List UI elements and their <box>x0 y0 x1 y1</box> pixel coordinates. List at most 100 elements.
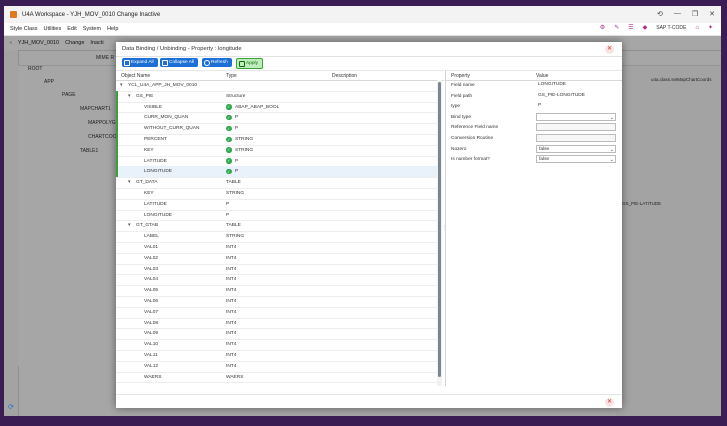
type-cell: TABLE <box>226 180 241 186</box>
type-cell: INT4 <box>226 277 237 283</box>
property-select[interactable]: false ⌄ <box>536 155 616 164</box>
tool-icon-b[interactable]: ✎ <box>614 24 619 31</box>
property-label: Bind type <box>451 114 472 120</box>
property-row: Conversion Routine <box>446 133 622 144</box>
property-row: Field path GS_PIE-LONGITUDE <box>446 91 622 102</box>
tree-row[interactable]: WAERS WAERS <box>116 372 437 384</box>
chevron-down-icon[interactable]: ⌄ <box>610 156 614 164</box>
window-controls: ⟲ — ❐ ✕ <box>657 10 715 18</box>
menu-edit[interactable]: Edit <box>67 26 76 32</box>
collapse-icon <box>162 60 168 66</box>
type-cell: INT4 <box>226 331 237 337</box>
tool-icon-f[interactable]: ✦ <box>708 24 713 31</box>
property-select[interactable]: false ⌄ <box>536 144 616 154</box>
object-name-cell: VAL09 <box>144 331 159 337</box>
chevron-down-icon[interactable]: ⌄ <box>610 114 614 122</box>
bindable-check-icon: ✓ <box>226 104 232 110</box>
property-label: Nozero <box>451 146 467 152</box>
property-value-text: false <box>539 157 550 163</box>
status-icon[interactable]: ⟳ <box>8 403 18 413</box>
property-label: Reference Field name <box>451 125 499 131</box>
tool-icon-e[interactable]: ⌂ <box>695 25 699 31</box>
object-name-cell: VAL11 <box>144 353 158 358</box>
expand-toggle-icon[interactable]: ▾ <box>120 82 123 88</box>
expand-toggle-icon[interactable]: ▾ <box>128 93 131 99</box>
splitter-handle-icon[interactable]: ⋮ <box>442 225 447 231</box>
property-select[interactable]: ⌄ <box>536 112 616 122</box>
col-description[interactable]: Description <box>332 73 357 79</box>
minimize-icon[interactable]: — <box>674 10 681 18</box>
footer-close-icon[interactable]: ✕ <box>605 397 614 407</box>
object-name-cell: KEY <box>144 147 154 153</box>
tool-icon-d[interactable]: ◆ <box>643 24 648 31</box>
object-name-cell: VAL10 <box>144 342 159 348</box>
type-cell: INT4 <box>226 288 237 294</box>
type-cell: P <box>235 158 239 164</box>
object-name-cell: VAL08 <box>144 320 159 326</box>
type-cell: TABLE <box>226 223 241 229</box>
property-label: type <box>451 104 461 110</box>
tool-icon-a[interactable]: ⚙ <box>600 24 605 31</box>
property-input[interactable] <box>536 134 616 142</box>
col-type[interactable]: Type <box>226 73 237 79</box>
expand-toggle-icon[interactable]: ▾ <box>128 179 131 185</box>
object-name-cell: VAL01 <box>144 245 159 250</box>
col-value: Value <box>536 73 549 79</box>
expand-toggle-icon[interactable]: ▾ <box>128 222 131 228</box>
bound-marker <box>116 134 118 145</box>
object-name-cell: LATITUDE <box>144 158 167 164</box>
property-label: Conversion Routine <box>451 136 494 141</box>
dialog-close-icon[interactable]: ✕ <box>605 44 614 54</box>
type-cell: P <box>235 169 239 175</box>
type-cell: STRING <box>235 137 254 142</box>
object-name-cell: LONGITUDE <box>144 212 172 218</box>
property-row: Reference Field name <box>446 122 622 133</box>
apply-button[interactable]: Apply <box>236 58 263 69</box>
app-window: U4A Workspace - YJH_MOV_0010 Change Inac… <box>4 6 721 416</box>
sap-tcode-label[interactable]: SAP T-CODE <box>656 25 686 31</box>
menu-style-class[interactable]: Style Class <box>10 26 38 32</box>
type-cell: INT4 <box>226 320 237 326</box>
type-cell: INT4 <box>226 255 237 261</box>
tool-icon-c[interactable]: ☰ <box>628 24 633 31</box>
object-name-cell: VISIBLE <box>144 104 163 110</box>
chevron-down-icon[interactable]: ⌄ <box>610 146 614 154</box>
bindable-check-icon: ✓ <box>226 158 232 164</box>
expand-all-button[interactable]: Expand All <box>122 58 158 67</box>
object-name-cell: GT_GTAB <box>136 223 159 229</box>
col-object-name[interactable]: Object Name <box>121 73 150 79</box>
type-cell: INT4 <box>226 342 237 348</box>
property-value-text: LONGITUDE <box>538 82 566 87</box>
menu-system[interactable]: System <box>83 26 101 32</box>
refresh-button[interactable]: Refresh <box>202 58 232 67</box>
property-row: Field name LONGITUDE <box>446 80 622 91</box>
property-row: Is number format? false ⌄ <box>446 154 622 165</box>
menu-right-tools: ⚙ ✎ ☰ ◆ SAP T-CODE ⌂ ✦ <box>600 24 713 32</box>
tree-table-scrollbar[interactable] <box>437 80 442 386</box>
type-cell: P <box>226 201 230 207</box>
type-cell: P <box>226 212 230 218</box>
maximize-icon[interactable]: ❐ <box>692 10 698 18</box>
scrollbar-thumb[interactable] <box>438 82 441 377</box>
property-input[interactable] <box>536 123 616 132</box>
type-cell: ABAP_ABAP_BOOL <box>235 104 280 110</box>
bound-marker <box>116 144 118 156</box>
object-name-cell: VAL03 <box>144 266 159 272</box>
title-bar: U4A Workspace - YJH_MOV_0010 Change Inac… <box>4 6 721 23</box>
menu-bar: Style Class Utilities Edit System Help ⚙… <box>4 23 721 36</box>
expand-icon <box>124 60 130 66</box>
restore-session-icon[interactable]: ⟲ <box>657 10 663 18</box>
bindable-check-icon: ✓ <box>226 125 232 132</box>
binding-tree-table: ▾ YCL_U4A_APP_JH_MOV_0010 ▾ GS_PIE Structure… <box>116 80 437 386</box>
type-cell: STRING <box>226 191 245 196</box>
close-window-icon[interactable]: ✕ <box>709 10 715 18</box>
menu-help[interactable]: Help <box>107 26 118 32</box>
bound-marker <box>116 101 118 113</box>
menu-utilities[interactable]: Utilities <box>44 26 62 32</box>
object-name-cell: LABEL <box>144 234 159 240</box>
property-label: Is number format? <box>451 157 490 163</box>
object-name-cell: GT_DATA <box>136 180 158 186</box>
collapse-all-button[interactable]: Collapse All <box>160 58 199 67</box>
object-name-cell: LATITUDE <box>144 201 167 207</box>
object-name-cell: VAL06 <box>144 299 159 304</box>
